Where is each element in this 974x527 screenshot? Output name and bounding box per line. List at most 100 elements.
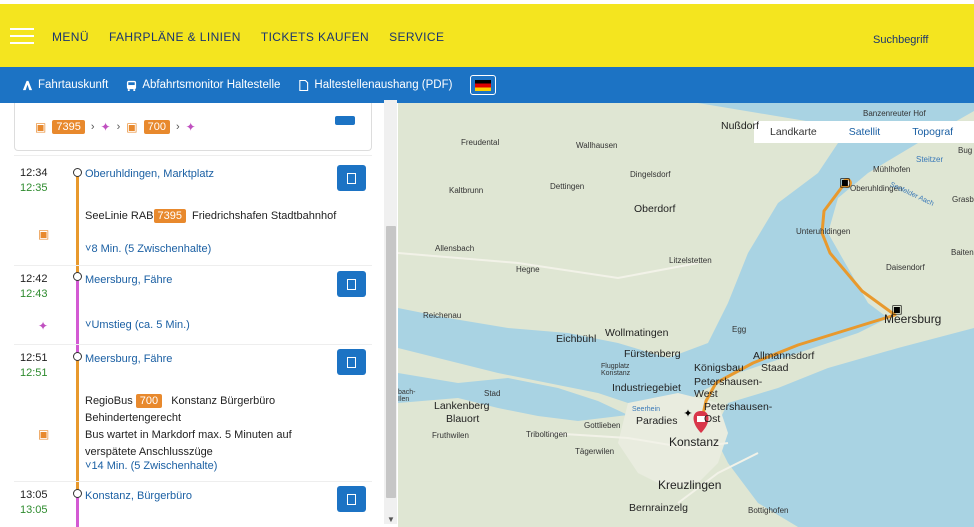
- map-label: Daisendorf: [886, 263, 925, 272]
- route-line-walk: [76, 494, 79, 527]
- realtime-arrival: 13:05: [20, 504, 48, 516]
- pdf-button[interactable]: [337, 271, 366, 297]
- walk-icon: ✦: [683, 408, 693, 420]
- note: Bus wartet in Markdorf max. 5 Minuten au…: [85, 429, 292, 441]
- pdf-icon: [347, 356, 356, 368]
- line-badge: 7395: [52, 119, 85, 134]
- panel-scrollbar-thumb[interactable]: [386, 226, 396, 498]
- bus-icon: ▣: [35, 119, 47, 134]
- map-label: Nußdorf: [721, 120, 759, 132]
- map-label: Freudental: [461, 138, 500, 147]
- map-tab-topograf[interactable]: Topograf: [896, 126, 969, 138]
- stop-marker: [73, 272, 82, 281]
- map-label: Petershausen-West: [694, 376, 763, 400]
- map-label: Allmannsdorf: [753, 350, 815, 362]
- chevron-right-icon: ›: [175, 120, 180, 133]
- search-input[interactable]: Suchbegriff: [873, 34, 928, 46]
- map-label: Fruthwilen: [432, 431, 469, 440]
- tab-fahrtauskunft[interactable]: Fahrtauskunft: [22, 79, 108, 91]
- map-label: Paradies: [636, 415, 678, 427]
- walk-icon: ✦: [185, 119, 196, 134]
- pdf-button[interactable]: [337, 349, 366, 375]
- map-label: Bottighofen: [748, 506, 789, 515]
- chevron-right-icon: ›: [90, 120, 95, 133]
- tab-haltestellenaushang[interactable]: Haltestellenaushang (PDF): [298, 79, 452, 91]
- hamburger-menu-icon[interactable]: [10, 28, 34, 44]
- walk-icon: ✦: [100, 119, 111, 134]
- map-label: Kreuzlingen: [658, 478, 722, 492]
- map-label: Wallhausen: [576, 141, 618, 150]
- divider: [14, 155, 372, 156]
- arrival-time: 13:05: [20, 489, 48, 501]
- pdf-icon: [347, 493, 356, 505]
- stop-link[interactable]: Konstanz, Bürgerbüro: [85, 490, 192, 502]
- language-switch-de[interactable]: [470, 75, 497, 95]
- walk-icon: ✦: [38, 319, 49, 333]
- leg-details-toggle[interactable]: ˅8 Min. (5 Zwischenhalte): [85, 243, 211, 255]
- divider: [14, 265, 372, 266]
- nav-fahrplaene[interactable]: FAHRPLÄNE & LINIEN: [109, 30, 241, 44]
- pdf-icon: [347, 172, 356, 184]
- map-label: Banzenreuter Hof: [863, 109, 926, 118]
- map-label: Bug: [958, 146, 973, 155]
- chevron-right-icon: ›: [116, 120, 121, 133]
- sub-nav: Fahrtauskunft Abfahrtsmonitor Haltestell…: [0, 67, 974, 103]
- bus-icon: ▣: [38, 427, 50, 441]
- bus-icon: [127, 80, 137, 91]
- map-label: Seerhein: [632, 406, 661, 413]
- map-label: Unteruhldingen: [796, 227, 851, 236]
- nav-menu[interactable]: MENÜ: [52, 30, 89, 44]
- leg-details-toggle[interactable]: ˅Umstieg (ca. 5 Min.): [85, 319, 190, 331]
- realtime-departure: 12:43: [20, 288, 48, 300]
- map-label: Dettingen: [550, 182, 585, 191]
- leg-details-label: Umstieg (ca. 5 Min.): [91, 319, 190, 331]
- trip-summary[interactable]: ▣ 7395 › ✦ › ▣ 700 › ✦: [14, 103, 372, 151]
- map-label: Königsbau: [694, 362, 744, 374]
- leg-description: RegioBus 700 Konstanz Bürgerbüro Behinde…: [85, 393, 315, 461]
- line-prefix: RegioBus: [85, 395, 133, 407]
- pdf-icon: [347, 278, 356, 290]
- itinerary-panel: ▣ 7395 › ✦ › ▣ 700 › ✦ 12:34 12:35 Oberu…: [0, 103, 398, 527]
- map-label: Mühlhofen: [873, 165, 911, 174]
- pdf-button[interactable]: [337, 486, 366, 512]
- route-line-bus: [76, 356, 79, 494]
- map-label: Tägerwilen: [575, 447, 615, 456]
- scroll-down-icon[interactable]: ▼: [387, 515, 395, 524]
- leg-description: SeeLinie RAB 7395 Friedrichshafen Stadtbah…: [85, 208, 392, 225]
- summary-toggle-button[interactable]: [335, 116, 355, 125]
- tab-haltestellenaushang-label: Haltestellenaushang (PDF): [314, 79, 453, 91]
- line-badge: 700: [143, 119, 170, 134]
- map-label: Egg: [732, 325, 747, 334]
- main-nav: MENÜ FAHRPLÄNE & LINIEN TICKETS KAUFEN S…: [52, 30, 444, 44]
- note: verspätete Anschlusszüge: [85, 446, 213, 458]
- map-label: Kaltbrunn: [449, 186, 484, 195]
- map-label: Grasb: [952, 195, 974, 204]
- map-label: Litzelstetten: [669, 256, 712, 265]
- stop-link[interactable]: Meersburg, Fähre: [85, 274, 172, 286]
- leg-details-label: 8 Min. (5 Zwischenhalte): [91, 243, 212, 255]
- stop-marker: [73, 489, 82, 498]
- line-badge: 700: [135, 394, 163, 408]
- stop-link[interactable]: Meersburg, Fähre: [85, 353, 172, 365]
- map-label: Wollmatingen: [605, 327, 669, 339]
- map-label: Triboltingen: [526, 430, 568, 439]
- map-label: Steitzer: [916, 155, 944, 164]
- departure-time: 12:34: [20, 167, 48, 179]
- nav-tickets[interactable]: TICKETS KAUFEN: [261, 30, 369, 44]
- divider: [14, 481, 372, 482]
- map-label: Fürstenberg: [624, 348, 681, 360]
- route-map[interactable]: Landkarte Satellit Topograf ▣ ▣ ✦ Nußdor…: [398, 103, 974, 527]
- map-tab-satellit[interactable]: Satellit: [833, 126, 897, 138]
- leg-details-toggle[interactable]: ˅14 Min. (5 Zwischenhalte): [85, 460, 217, 472]
- map-tab-landkarte[interactable]: Landkarte: [754, 126, 833, 138]
- map-label: Baiten: [951, 248, 974, 257]
- nav-service[interactable]: SERVICE: [389, 30, 444, 44]
- route-icon: [22, 80, 33, 90]
- map-label: Reichenau: [423, 311, 462, 320]
- pdf-button[interactable]: [337, 165, 366, 191]
- tab-abfahrtsmonitor[interactable]: Abfahrtsmonitor Haltestelle: [126, 79, 280, 91]
- map-type-switch: Landkarte Satellit Topograf: [754, 121, 974, 143]
- map-label: Konstanz: [669, 435, 720, 449]
- realtime-departure: 12:35: [20, 182, 48, 194]
- stop-link[interactable]: Oberuhldingen, Marktplatz: [85, 168, 214, 180]
